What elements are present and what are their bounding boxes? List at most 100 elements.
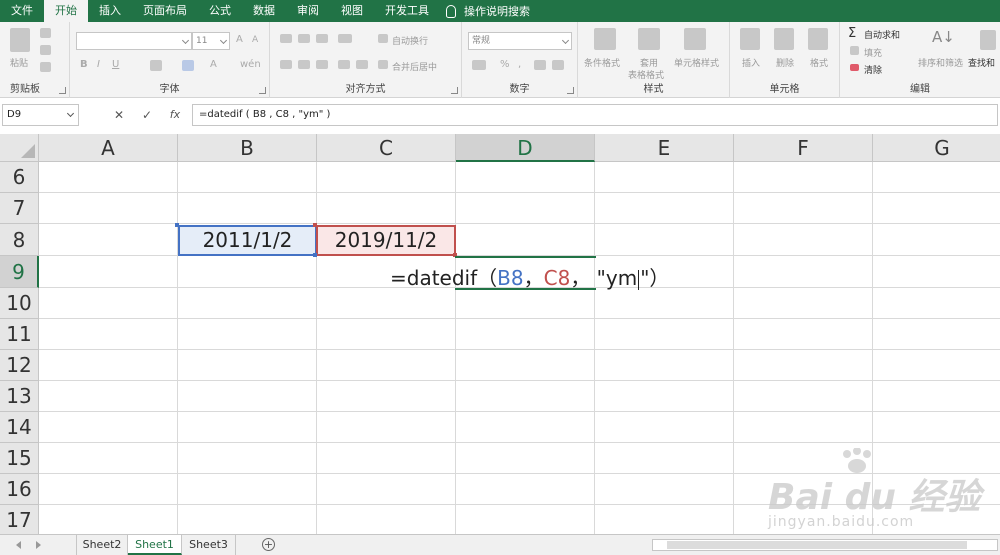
tell-me-search[interactable]: 操作说明搜索 (446, 3, 530, 19)
decrease-decimal-icon[interactable] (552, 60, 564, 70)
borders-icon[interactable] (150, 60, 162, 71)
format-cells-icon[interactable] (808, 28, 828, 50)
horizontal-scrollbar[interactable] (652, 539, 998, 551)
scroll-right-icon[interactable] (36, 541, 41, 549)
format-cells-label[interactable]: 格式 (810, 56, 828, 69)
menu-home[interactable]: 开始 (44, 0, 88, 22)
row-header-6[interactable]: 6 (0, 162, 39, 193)
increase-indent-icon[interactable] (356, 60, 368, 69)
conditional-formatting-label[interactable]: 条件格式 (584, 56, 620, 69)
align-left-icon[interactable] (280, 60, 292, 69)
sort-filter-icon[interactable]: A↓ (932, 28, 955, 46)
underline-icon[interactable]: U (112, 59, 119, 70)
alignment-launcher-icon[interactable] (451, 87, 458, 94)
find-select-icon[interactable] (980, 30, 996, 50)
sheet-tab-sheet2[interactable]: Sheet2 (76, 535, 128, 555)
cell-styles-icon[interactable] (684, 28, 706, 50)
enter-icon[interactable]: ✓ (136, 106, 158, 124)
percent-icon[interactable]: % (500, 59, 510, 70)
add-sheet-button[interactable]: + (262, 538, 275, 551)
menu-view[interactable]: 视图 (330, 0, 374, 22)
cut-icon[interactable] (40, 28, 51, 38)
orientation-icon[interactable] (338, 34, 352, 43)
column-header-e[interactable]: E (595, 134, 734, 162)
grow-font-icon[interactable]: A (236, 34, 243, 45)
wrap-text-icon[interactable] (378, 34, 388, 43)
row-header-14[interactable]: 14 (0, 412, 39, 443)
format-painter-icon[interactable] (40, 62, 51, 72)
select-all-button[interactable] (0, 134, 39, 162)
row-header-7[interactable]: 7 (0, 193, 39, 224)
name-box[interactable]: D9 (2, 104, 79, 126)
range-handle[interactable] (313, 223, 317, 227)
menu-insert[interactable]: 插入 (88, 0, 132, 22)
cell-styles-label[interactable]: 单元格样式 (674, 56, 719, 69)
merge-center-icon[interactable] (378, 60, 388, 69)
eraser-icon[interactable] (850, 64, 859, 71)
fill-color-icon[interactable] (182, 60, 194, 71)
autosum-label[interactable]: 自动求和 (864, 28, 900, 41)
insert-cells-label[interactable]: 插入 (742, 56, 760, 69)
insert-function-icon[interactable]: fx (164, 106, 186, 124)
font-name-combo[interactable] (76, 32, 192, 50)
format-as-table-icon[interactable] (638, 28, 660, 50)
bold-icon[interactable]: B (80, 59, 88, 70)
row-header-13[interactable]: 13 (0, 381, 39, 412)
delete-cells-label[interactable]: 删除 (776, 56, 794, 69)
number-launcher-icon[interactable] (567, 87, 574, 94)
top-align-icon[interactable] (280, 34, 292, 43)
conditional-formatting-icon[interactable] (594, 28, 616, 50)
menu-formulas[interactable]: 公式 (198, 0, 242, 22)
menu-developer[interactable]: 开发工具 (374, 0, 440, 22)
row-header-12[interactable]: 12 (0, 350, 39, 381)
copy-icon[interactable] (40, 45, 51, 55)
insert-cells-icon[interactable] (740, 28, 760, 50)
fill-label[interactable]: 填充 (864, 46, 882, 59)
clear-label[interactable]: 清除 (864, 63, 882, 76)
sort-filter-label[interactable]: 排序和筛选 (918, 56, 963, 69)
cell-edit-text[interactable]: =datedif（B8，C8， "ym "） (390, 262, 669, 291)
accounting-format-icon[interactable] (472, 60, 486, 70)
autosum-icon[interactable]: Σ (848, 26, 856, 41)
cell-b8[interactable]: 2011/1/2 (178, 225, 317, 256)
formula-input[interactable]: =datedif ( B8 , C8 , "ym" ) (192, 104, 998, 126)
shrink-font-icon[interactable]: A (252, 35, 258, 45)
sheet-tab-sheet1[interactable]: Sheet1 (128, 535, 182, 555)
delete-cells-icon[interactable] (774, 28, 794, 50)
range-handle[interactable] (313, 253, 317, 257)
row-header-11[interactable]: 11 (0, 319, 39, 350)
phonetic-icon[interactable]: wén (240, 59, 261, 70)
decrease-indent-icon[interactable] (338, 60, 350, 69)
cancel-icon[interactable]: ✕ (108, 106, 130, 124)
fill-icon[interactable] (850, 46, 859, 55)
column-header-d[interactable]: D (456, 134, 595, 162)
italic-icon[interactable]: I (97, 59, 100, 70)
increase-decimal-icon[interactable] (534, 60, 546, 70)
merge-center-label[interactable]: 合并后居中 (392, 60, 437, 73)
row-header-8[interactable]: 8 (0, 224, 39, 256)
paste-icon[interactable] (10, 28, 30, 52)
column-header-g[interactable]: G (873, 134, 1000, 162)
font-launcher-icon[interactable] (259, 87, 266, 94)
column-header-c[interactable]: C (317, 134, 456, 162)
column-header-f[interactable]: F (734, 134, 873, 162)
middle-align-icon[interactable] (298, 34, 310, 43)
row-header-10[interactable]: 10 (0, 288, 39, 319)
cell-c8[interactable]: 2019/11/2 (316, 225, 456, 256)
scroll-left-icon[interactable] (16, 541, 21, 549)
range-handle[interactable] (175, 223, 179, 227)
row-header-17[interactable]: 17 (0, 505, 39, 534)
column-header-a[interactable]: A (39, 134, 178, 162)
align-right-icon[interactable] (316, 60, 328, 69)
wrap-text-label[interactable]: 自动换行 (392, 34, 428, 47)
row-header-16[interactable]: 16 (0, 474, 39, 505)
row-header-15[interactable]: 15 (0, 443, 39, 474)
font-size-combo[interactable]: 11 (192, 32, 230, 50)
scrollbar-thumb[interactable] (667, 541, 967, 549)
clipboard-launcher-icon[interactable] (59, 87, 66, 94)
comma-style-icon[interactable]: , (518, 59, 521, 70)
number-format-combo[interactable]: 常规 (468, 32, 572, 50)
row-header-9[interactable]: 9 (0, 256, 39, 288)
menu-data[interactable]: 数据 (242, 0, 286, 22)
bottom-align-icon[interactable] (316, 34, 328, 43)
